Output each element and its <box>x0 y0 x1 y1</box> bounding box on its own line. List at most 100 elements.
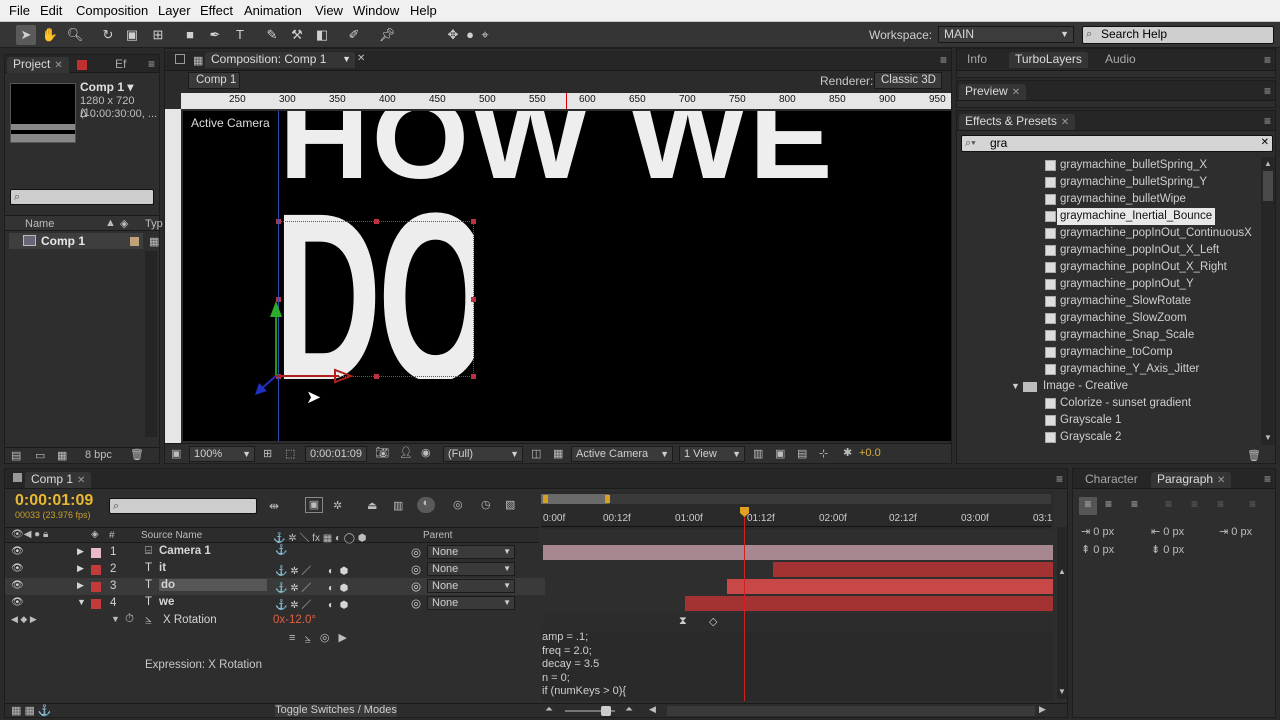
expression-pickwhip-icon[interactable]: ◎ <box>320 632 330 644</box>
eraser-tool-icon[interactable]: ◧ <box>312 25 332 45</box>
tab-composition[interactable]: Composition: Comp 1 ▼ <box>205 52 355 68</box>
justify-last-center-icon[interactable]: ≡ <box>1191 497 1198 511</box>
graph-editor-icon[interactable]: ▧ <box>505 498 515 511</box>
region-of-interest-icon[interactable]: ⬚ <box>285 447 295 460</box>
effects-folder[interactable]: ▼ Image - Creative <box>957 378 1257 395</box>
project-scrollbar[interactable] <box>145 251 157 437</box>
eye-icon[interactable]: 👁︎ <box>11 580 24 591</box>
tab-preview[interactable]: Preview ✕ <box>959 84 1027 100</box>
align-left-icon[interactable]: ≡ <box>1079 497 1097 515</box>
motion-blur-icon[interactable]: ◐ <box>417 497 435 513</box>
live-update-icon[interactable]: ▣ <box>305 497 323 513</box>
panel-menu-icon[interactable]: ≡ <box>1264 472 1271 486</box>
brush-tool-icon[interactable]: ✎ <box>262 25 282 45</box>
new-comp-icon[interactable]: ▦ <box>57 449 67 462</box>
close-icon[interactable]: ✕ <box>1217 475 1225 486</box>
resolution-icon[interactable]: ⊞ <box>263 447 272 460</box>
effects-preset-item[interactable]: graymachine_toComp <box>957 344 1257 361</box>
menu-edit[interactable]: Edit <box>40 3 62 18</box>
close-icon[interactable]: ✕ <box>77 475 85 486</box>
effects-preset-item[interactable]: graymachine_bulletSpring_X <box>957 157 1257 174</box>
eye-icon[interactable]: 👁︎ <box>11 546 24 557</box>
scroll-up-icon[interactable]: ▲ <box>1264 159 1272 168</box>
zoom-dropdown[interactable]: 100% ▼ <box>189 446 255 462</box>
av-features-icon[interactable]: 👁︎◀ ● 🔒︎ <box>11 529 48 540</box>
interpret-footage-icon[interactable]: ▤ <box>11 449 21 462</box>
zoom-tool-icon[interactable]: 🔍︎ <box>65 25 85 45</box>
time-navigator-bar[interactable] <box>541 494 1051 504</box>
expand-arrow-icon[interactable]: ▶ <box>77 580 84 591</box>
layer-duration-bar[interactable] <box>727 579 1053 594</box>
panel-menu-icon[interactable]: ≡ <box>1264 114 1271 128</box>
navigator-range[interactable] <box>541 494 609 504</box>
effects-search-input[interactable]: ⌕▾ gra ✕ <box>961 135 1273 152</box>
time-ruler[interactable]: 0:00f 00:12f 01:00f 01:12f 02:00f 02:12f… <box>541 509 1052 527</box>
composition-viewer[interactable]: Active Camera HOW WE DO ➤ <box>183 111 951 441</box>
label-icon[interactable]: ◈ <box>120 217 128 230</box>
zoom-out-icon[interactable]: ⏶ <box>545 704 553 715</box>
effects-preset-item[interactable]: graymachine_bulletWipe <box>957 191 1257 208</box>
effects-preset-item[interactable]: graymachine_Y_Axis_Jitter <box>957 361 1257 378</box>
menu-help[interactable]: Help <box>410 3 437 18</box>
menu-file[interactable]: File <box>9 3 30 18</box>
quality-dropdown[interactable]: (Full) ▼ <box>443 446 523 462</box>
parent-pickwhip-icon[interactable]: ◎ <box>411 579 421 593</box>
parent-dropdown[interactable]: None ▼ <box>427 562 515 576</box>
effects-preset-item[interactable]: Grayscale 2 <box>957 429 1257 446</box>
timecode-display[interactable]: 0:00:01:09 <box>305 446 367 462</box>
sort-icon[interactable]: ▲ <box>105 217 116 229</box>
tab-audio[interactable]: Audio <box>1099 52 1142 68</box>
expression-editor[interactable]: amp = .1; freq = 2.0; decay = 3.5 n = 0;… <box>541 631 1053 701</box>
layer-switches[interactable]: ⚓ ✲ ／ ◐ ⬢ <box>275 579 348 594</box>
menu-window[interactable]: Window <box>353 3 399 18</box>
parent-dropdown[interactable]: None ▼ <box>427 596 515 610</box>
workspace-dropdown[interactable]: MAIN ▼ <box>938 26 1074 43</box>
scroll-down-icon[interactable]: ▼ <box>1264 433 1272 442</box>
expand-arrow-icon[interactable]: ▼ <box>77 597 86 607</box>
toggle-switches-modes-button[interactable]: Toggle Switches / Modes <box>275 704 397 717</box>
parent-pickwhip-icon[interactable]: ◎ <box>411 562 421 576</box>
new-folder-icon[interactable]: ▭ <box>35 449 45 462</box>
close-icon[interactable]: ✕ <box>54 60 62 71</box>
panel-menu-icon[interactable]: ≡ <box>940 53 947 67</box>
expand-arrow-icon[interactable]: ▼ <box>1011 378 1020 395</box>
label-swatch[interactable] <box>91 582 101 592</box>
align-right-icon[interactable]: ≡ <box>1131 497 1138 511</box>
scroll-down-icon[interactable]: ▼ <box>1058 687 1066 696</box>
tab-paragraph[interactable]: Paragraph ✕ <box>1151 472 1232 488</box>
work-area-bar[interactable] <box>541 530 1053 544</box>
effects-preset-item[interactable]: graymachine_popInOut_ContinuousX <box>957 225 1257 242</box>
space-before-field[interactable]: ⇞ 0 px <box>1081 543 1114 556</box>
col-parent[interactable]: Parent <box>423 530 452 541</box>
project-search-input[interactable]: ⌕ <box>10 189 154 205</box>
panel-menu-icon[interactable]: ≡ <box>148 57 155 71</box>
project-item-comp[interactable]: Comp 1 <box>9 233 143 249</box>
indent-left-field[interactable]: ⇥ 0 px <box>1081 525 1114 538</box>
clear-search-icon[interactable]: ✕ <box>1261 136 1269 150</box>
navigator-end-handle[interactable] <box>605 495 610 503</box>
tab-character[interactable]: Character <box>1079 472 1144 488</box>
parent-pickwhip-icon[interactable]: ◎ <box>411 596 421 610</box>
navigator-start-handle[interactable] <box>543 495 548 503</box>
label-swatch[interactable] <box>91 548 101 558</box>
property-row-x-rotation[interactable]: ◀ ◆ ▶ ▼ ⏱ ⦥ X Rotation 0x-12.0° <box>5 612 539 629</box>
search-help-input[interactable]: ⌕ Search Help <box>1082 26 1274 44</box>
indent-right-field[interactable]: ⇤ 0 px <box>1151 525 1184 538</box>
timeline-icon[interactable]: ▤ <box>797 447 807 460</box>
brainstorm-icon[interactable]: ◎ <box>453 498 463 511</box>
keyframe-icon[interactable]: ◇ <box>709 615 717 628</box>
menu-effect[interactable]: Effect <box>200 3 233 18</box>
parent-dropdown[interactable]: None ▼ <box>427 579 515 593</box>
timeline-horizontal-scrollbar[interactable] <box>667 706 1035 716</box>
first-line-indent-field[interactable]: ⇥ 0 px <box>1219 525 1252 538</box>
tab-info[interactable]: Info <box>961 52 993 68</box>
parent-pickwhip-icon[interactable]: ◎ <box>411 545 421 559</box>
justify-all-icon[interactable]: ≡ <box>1249 497 1256 511</box>
stopwatch-icon[interactable]: ⏱ <box>125 613 134 626</box>
view-axis-icon[interactable]: ⌖ <box>475 25 495 45</box>
scroll-up-icon[interactable]: ▲ <box>1058 567 1066 576</box>
tab-timeline-comp[interactable]: Comp 1 ✕ <box>25 472 92 488</box>
zoom-in-icon[interactable]: ⏶ <box>625 704 633 715</box>
comp-name[interactable]: Comp 1 ▾ <box>80 80 133 94</box>
rectangle-tool-icon[interactable]: ■ <box>180 25 200 45</box>
